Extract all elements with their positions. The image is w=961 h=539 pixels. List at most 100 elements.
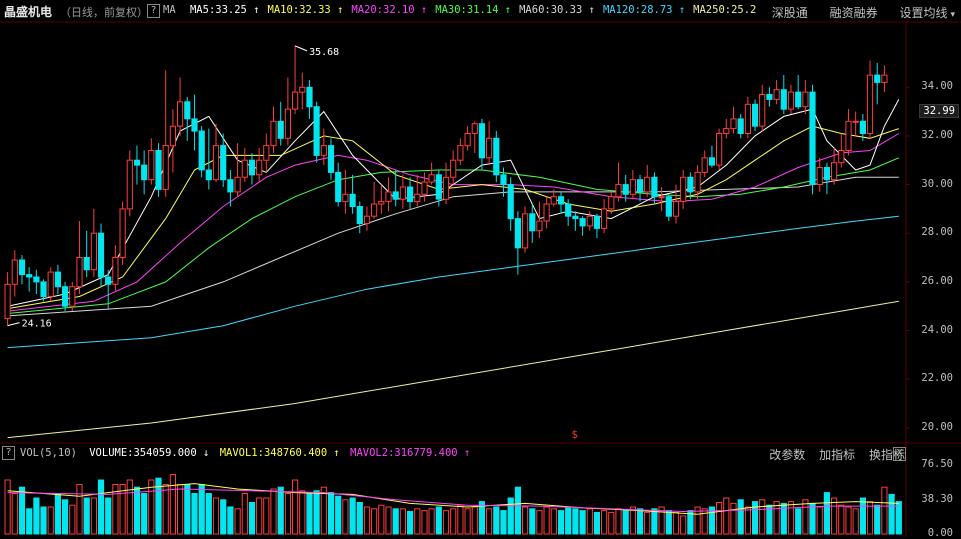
volume-bar — [220, 499, 227, 535]
candle-body — [299, 86, 306, 93]
candle-body — [694, 171, 701, 193]
volume-bar — [33, 497, 40, 535]
volume-bar — [169, 474, 177, 535]
volume-bar — [133, 486, 141, 535]
volume-bar — [723, 497, 730, 535]
candle-body — [69, 286, 76, 307]
volume-bar — [83, 497, 90, 535]
candle-body — [263, 145, 270, 161]
volume-menu: 改参数 加指标 换指标 — [759, 446, 905, 463]
volume-bar — [823, 492, 830, 535]
edit-params-button[interactable]: 改参数 — [769, 448, 805, 462]
mavol1-value: MAVOL1:348760.400 — [219, 447, 328, 459]
volume-bar — [26, 508, 33, 535]
volume-bar — [593, 511, 600, 535]
candle-body — [407, 186, 414, 203]
candle-body — [752, 103, 759, 127]
candle-body — [335, 171, 342, 203]
volume-bar — [622, 510, 629, 535]
candle-body — [105, 276, 112, 285]
volume-bar — [730, 502, 737, 535]
volume-title: VOL(5,10) — [20, 447, 77, 459]
candle-body — [292, 91, 299, 110]
volume-bar — [680, 515, 687, 535]
close-icon[interactable]: X — [893, 447, 906, 461]
candle-body — [363, 215, 371, 224]
volume-bar — [665, 510, 672, 535]
low-label: 24.16 — [22, 319, 52, 330]
candle-body — [701, 157, 708, 173]
volume-bar — [536, 510, 543, 535]
candle-body — [831, 162, 838, 181]
volume-bar — [313, 490, 320, 535]
volume-bar — [392, 508, 399, 535]
candle-body — [205, 169, 212, 181]
candle-body — [90, 232, 98, 271]
candle-body — [802, 91, 809, 108]
candle-body — [11, 259, 18, 285]
volume-header: ? VOL(5,10) VOLUME:354059.000 ↓ MAVOL1:3… — [0, 444, 961, 462]
candle-body — [162, 145, 169, 190]
volume-bar — [356, 502, 363, 535]
candle-body — [191, 118, 198, 132]
volume-bar — [284, 493, 291, 535]
volume-bar — [162, 484, 169, 535]
candle-body — [529, 213, 536, 232]
volume-help-icon[interactable]: ? — [2, 446, 15, 460]
candle-body — [543, 203, 550, 222]
candle-body — [126, 159, 133, 210]
volume-bar — [507, 497, 514, 535]
candle-body — [658, 196, 665, 199]
volume-bar — [716, 502, 723, 535]
candle-body — [234, 176, 241, 193]
volume-bar — [579, 510, 586, 535]
candle-body — [500, 174, 507, 186]
event-marker: $ — [571, 428, 578, 441]
candle-body — [601, 208, 608, 229]
candle-body — [40, 281, 47, 297]
candle-body — [773, 89, 780, 100]
volume-bar — [464, 508, 471, 535]
volume-bar — [40, 506, 47, 535]
candle-body — [155, 150, 162, 190]
volume-bar — [744, 506, 751, 535]
volume-bar — [97, 479, 105, 535]
candle-body — [514, 218, 521, 249]
high-pointer — [294, 45, 308, 52]
add-indicator-button[interactable]: 加指标 — [819, 448, 855, 462]
volume-bar — [543, 506, 550, 535]
candle-body — [4, 283, 11, 319]
candle-body — [54, 271, 61, 288]
volume-bar — [428, 508, 435, 535]
volume-bar — [256, 497, 263, 535]
volume-bar — [335, 495, 342, 535]
candle-body — [866, 74, 874, 134]
candle-body — [730, 118, 737, 130]
candle-body — [220, 145, 227, 181]
volume-bar — [601, 510, 608, 535]
volume-bar — [888, 493, 895, 535]
candle-body — [227, 179, 234, 193]
volume-bar — [514, 486, 521, 535]
candle-body — [550, 196, 557, 205]
volume-bar — [234, 508, 241, 535]
price-tick-label: 28.00 — [921, 226, 953, 239]
price-tick-label: 22.00 — [921, 372, 953, 385]
volume-bar — [629, 506, 636, 535]
candle-body — [33, 276, 40, 283]
volume-bar — [471, 506, 478, 535]
candle-body — [428, 174, 435, 183]
candle-body — [565, 203, 572, 217]
volume-bar — [565, 506, 572, 535]
volume-bar — [385, 506, 392, 535]
candle-body — [759, 94, 766, 127]
volume-bar — [371, 508, 378, 535]
volume-bar — [450, 508, 457, 535]
candle-body — [615, 184, 622, 198]
volume-bar — [105, 497, 112, 535]
volume-bar — [47, 506, 54, 535]
candle-body — [184, 101, 191, 120]
volume-bar — [11, 493, 18, 535]
candle-body — [572, 215, 579, 220]
volume-bar — [773, 501, 780, 535]
